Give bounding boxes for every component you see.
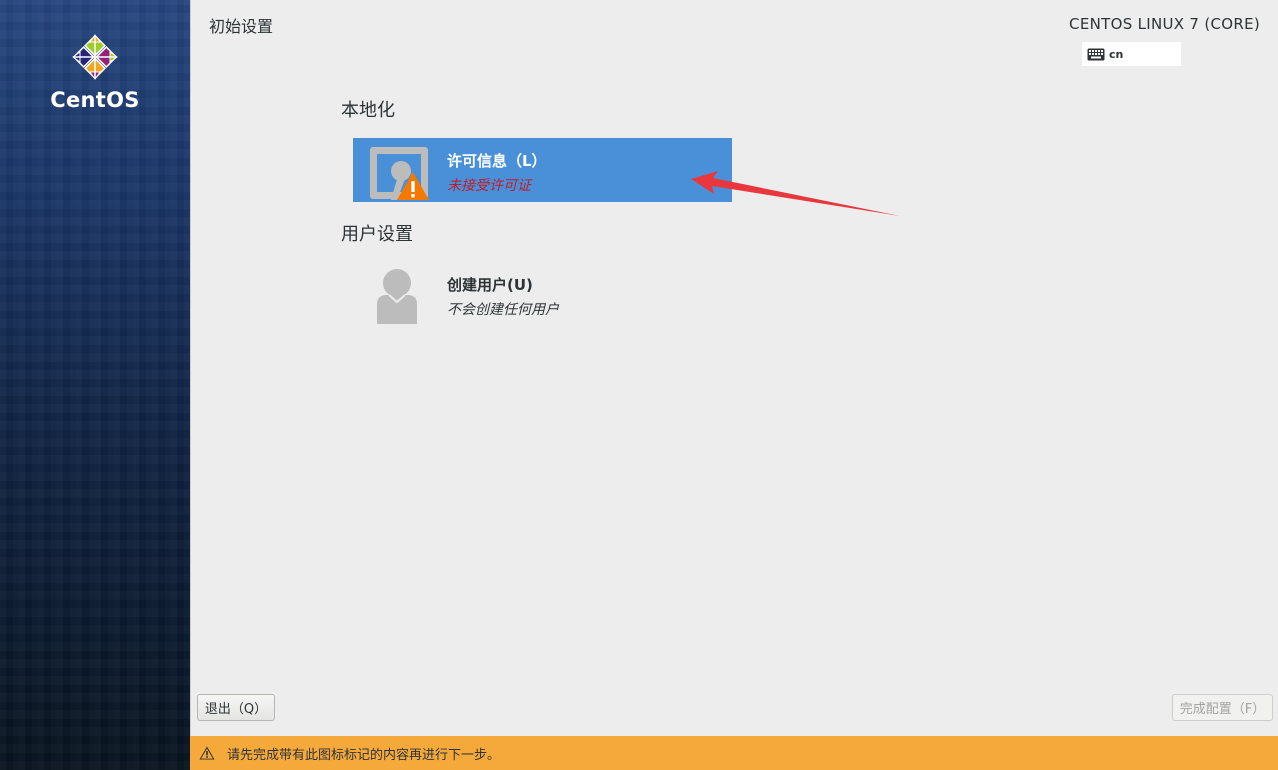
centos-logo-text: CentOS: [50, 88, 140, 112]
warning-bar: 请先完成带有此图标标记的内容再进行下一步。: [190, 736, 1278, 770]
spoke-create-user[interactable]: 创建用户(U) 不会创建任何用户: [353, 262, 732, 326]
keyboard-icon: [1087, 48, 1105, 60]
license-document-icon: [368, 145, 430, 205]
sidebar-texture: [0, 0, 190, 770]
spoke-create-user-status: 不会创建任何用户: [447, 302, 559, 318]
sidebar: CentOS: [0, 0, 190, 770]
finish-configuration-button[interactable]: 完成配置（F）: [1172, 694, 1273, 721]
section-title-localization: 本地化: [341, 100, 395, 121]
page-title: 初始设置: [209, 17, 274, 36]
keyboard-layout-label: cn: [1109, 47, 1124, 61]
warning-icon: [199, 746, 215, 760]
centos-logo-icon: [72, 34, 118, 80]
os-title: CENTOS LINUX 7 (CORE): [1069, 15, 1260, 33]
user-avatar-icon: [375, 268, 419, 328]
keyboard-layout-indicator[interactable]: cn: [1082, 42, 1181, 66]
initial-setup-window: CentOS 初始设置 CENTOS LINUX 7 (CORE) cn 本地化: [0, 0, 1278, 770]
spoke-license-information[interactable]: 许可信息（L） 未接受许可证: [353, 138, 732, 202]
spoke-license-name: 许可信息（L）: [447, 152, 547, 170]
warning-message: 请先完成带有此图标标记的内容再进行下一步。: [227, 747, 501, 763]
centos-logo: CentOS: [0, 34, 190, 112]
section-title-user-settings: 用户设置: [341, 224, 413, 245]
warning-triangle-icon: [397, 172, 429, 200]
spoke-license-status: 未接受许可证: [447, 178, 531, 194]
spoke-create-user-name: 创建用户(U): [447, 276, 533, 294]
quit-button[interactable]: 退出（Q）: [197, 694, 275, 721]
main-panel: 初始设置 CENTOS LINUX 7 (CORE) cn 本地化 许可信息（L…: [190, 0, 1278, 736]
